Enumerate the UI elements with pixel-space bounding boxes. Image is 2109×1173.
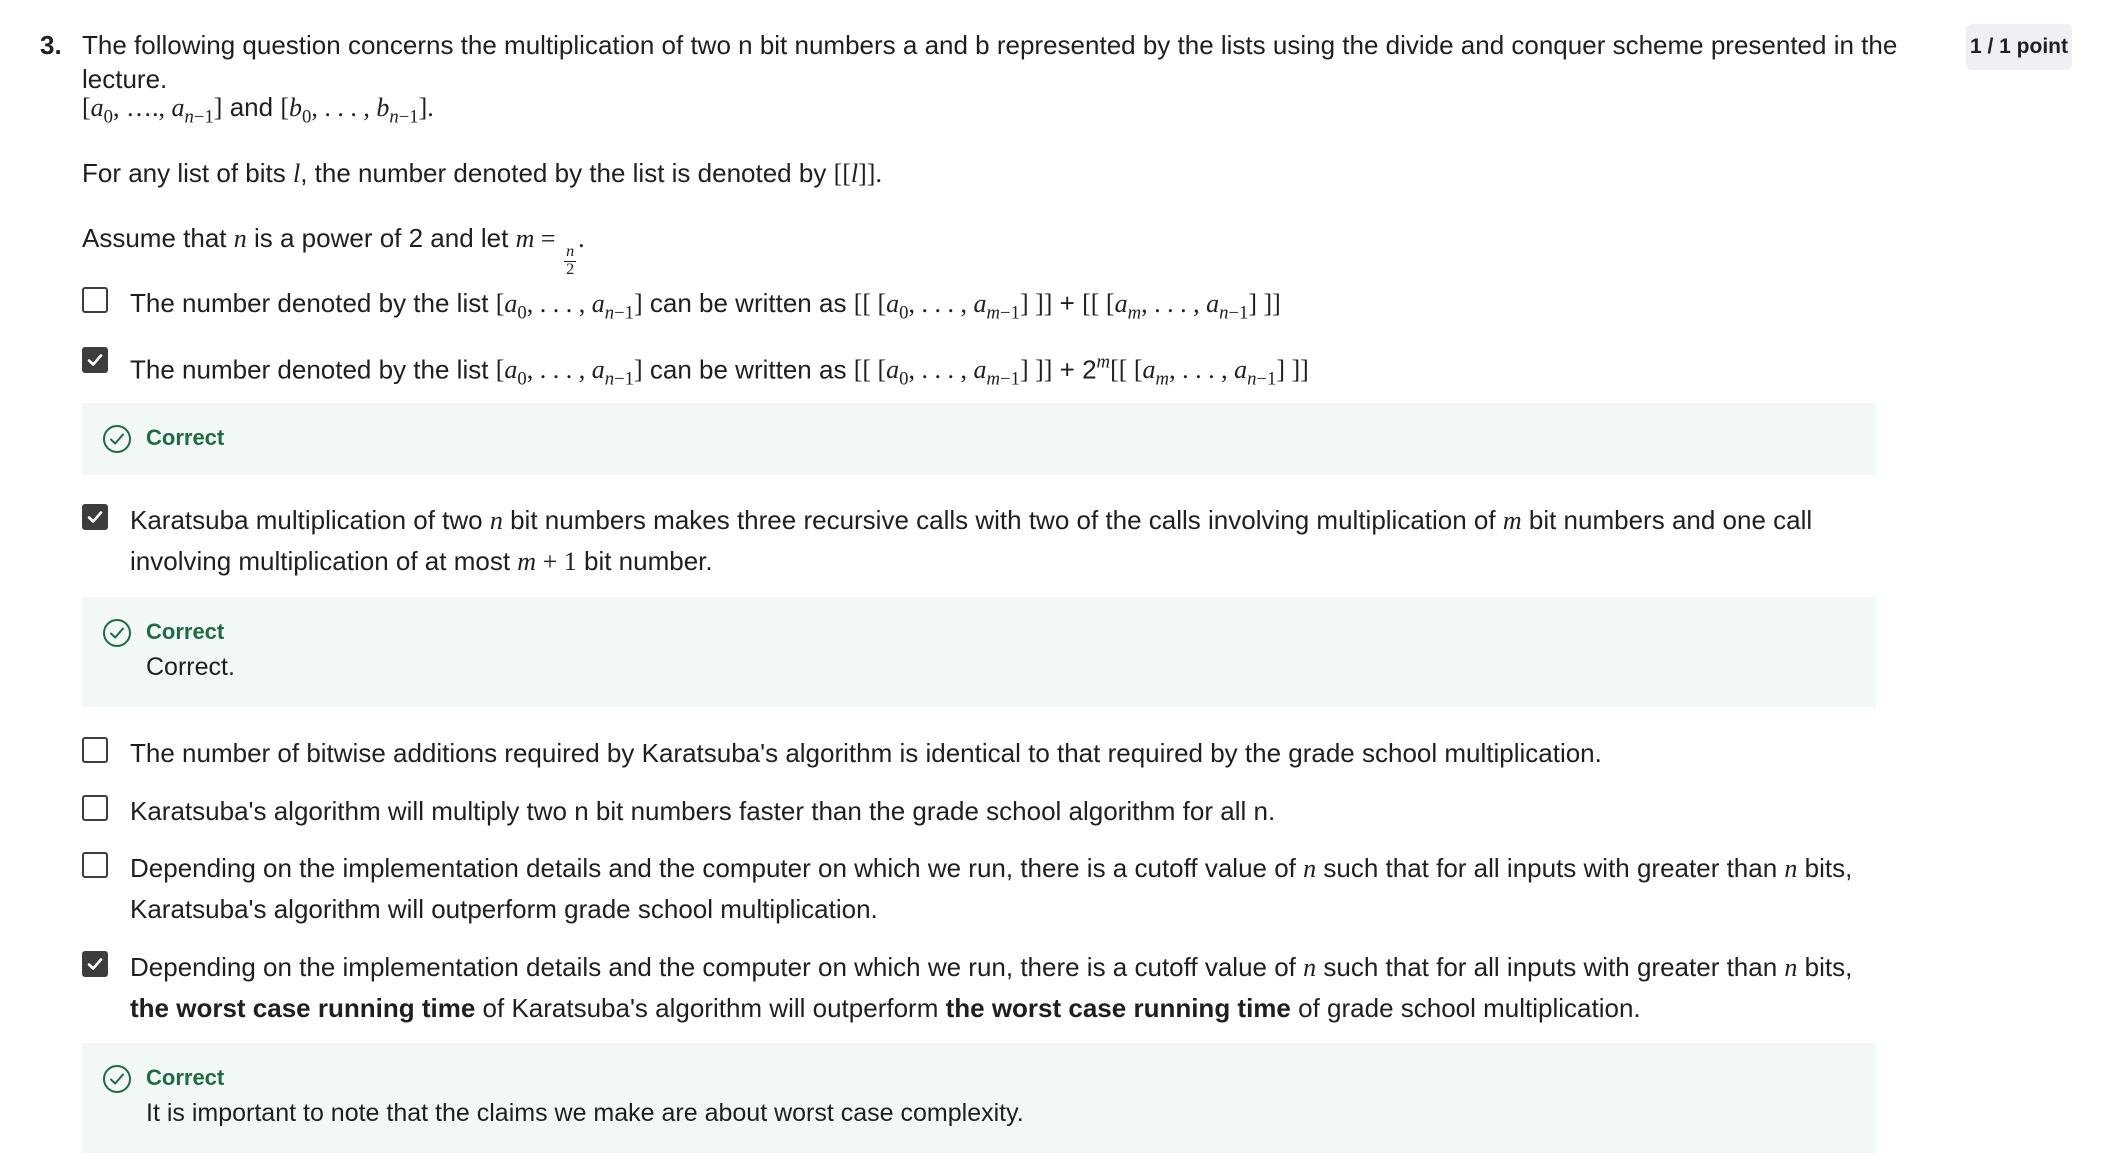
option-5-label: Karatsuba's algorithm will multiply two … <box>130 796 1276 826</box>
option-3-label: Karatsuba multiplication of two n bit nu… <box>130 505 1813 576</box>
option-3-checkbox[interactable] <box>82 504 108 530</box>
question-text: The following question concerns the mult… <box>82 30 1898 94</box>
bits-middle: , the number denoted by the list is deno… <box>300 158 827 188</box>
option-4-checkbox[interactable] <box>82 737 108 763</box>
check-circle-icon <box>103 619 131 647</box>
option-7-feedback: Correct It is important to note that the… <box>82 1043 1876 1153</box>
option-2-label: The number denoted by the list [a0, . . … <box>130 352 1309 390</box>
option-1-label: The number denoted by the list [a0, . . … <box>130 288 1281 324</box>
option-7-checkbox[interactable] <box>82 951 108 977</box>
bits-line: For any list of bits l, the number denot… <box>82 156 882 191</box>
option-2[interactable]: The number denoted by the list [a0, . . … <box>82 343 1882 400</box>
check-circle-icon <box>103 425 131 453</box>
check-mark-icon <box>87 354 103 366</box>
points-badge: 1 / 1 point <box>1966 24 2072 70</box>
option-4[interactable]: The number of bitwise additions required… <box>82 733 1882 773</box>
assume-middle: is a power of 2 and let <box>253 223 509 253</box>
option-2-feedback: Correct <box>82 403 1876 475</box>
question-number: 3. <box>40 30 62 60</box>
feedback-text: It is important to note that the claims … <box>146 1099 1024 1127</box>
option-4-label: The number of bitwise additions required… <box>130 738 1602 768</box>
m-equals-math: m = n2. <box>515 224 585 278</box>
feedback-text: Correct. <box>146 653 235 681</box>
lists-and: and <box>229 92 274 122</box>
option-6-checkbox[interactable] <box>82 852 108 878</box>
n-math: n <box>233 224 247 253</box>
check-mark-icon <box>87 958 103 970</box>
option-1-checkbox[interactable] <box>82 287 108 313</box>
option-7-label: Depending on the implementation details … <box>130 952 1853 1023</box>
lists-line: [a0, …., an−1] and [b0, . . . , bn−1]. <box>82 90 434 135</box>
list-b-math: [b0, . . . , bn−1]. <box>280 93 434 128</box>
option-1[interactable]: The number denoted by the list [a0, . . … <box>82 283 1882 334</box>
feedback-title: Correct <box>146 425 225 450</box>
option-5[interactable]: Karatsuba's algorithm will multiply two … <box>82 791 1882 831</box>
feedback-title: Correct <box>146 1065 225 1090</box>
feedback-title: Correct <box>146 619 225 644</box>
option-6[interactable]: Depending on the implementation details … <box>82 848 1882 929</box>
check-circle-icon <box>103 1065 131 1093</box>
option-6-label: Depending on the implementation details … <box>130 853 1853 924</box>
option-3[interactable]: Karatsuba multiplication of two n bit nu… <box>82 500 1882 582</box>
option-3-feedback: Correct Correct. <box>82 597 1876 707</box>
assume-line: Assume that n is a power of 2 and let m … <box>82 221 585 279</box>
option-5-checkbox[interactable] <box>82 795 108 821</box>
assume-prefix: Assume that <box>82 223 227 253</box>
bits-prefix: For any list of bits <box>82 158 286 188</box>
check-mark-icon <box>87 511 103 523</box>
list-a-math: [a0, …., an−1] <box>82 93 223 128</box>
option-2-checkbox[interactable] <box>82 347 108 373</box>
denotation-math: [[l]]. <box>833 159 882 188</box>
option-7[interactable]: Depending on the implementation details … <box>82 947 1882 1028</box>
